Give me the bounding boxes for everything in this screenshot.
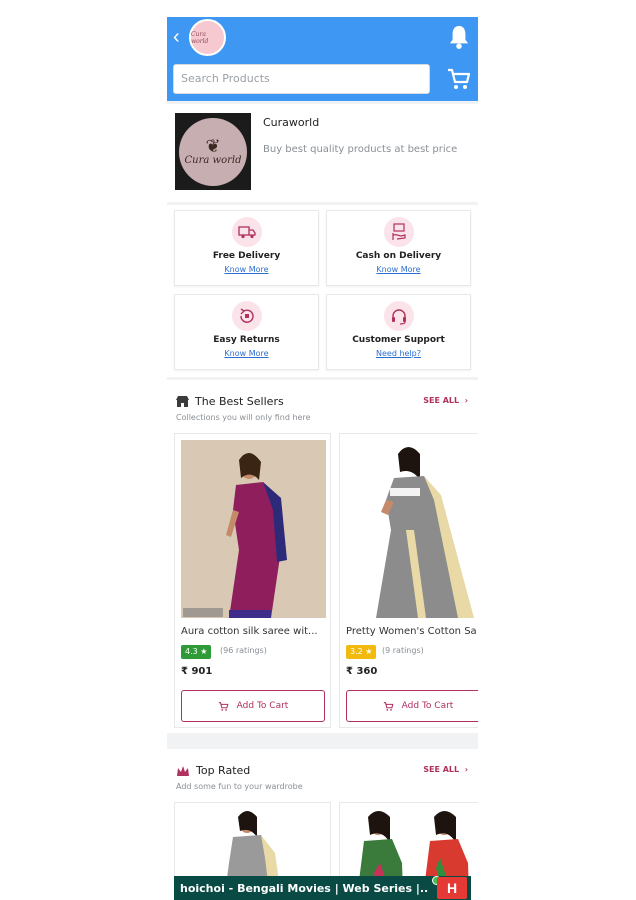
- headset-icon: [384, 301, 414, 331]
- need-help-link[interactable]: Need help?: [327, 349, 470, 358]
- truck-icon: [232, 217, 262, 247]
- search-input[interactable]: Search Products: [173, 64, 430, 94]
- ad-banner[interactable]: hoichoi - Bengali Movies | Web Series |.…: [174, 876, 471, 900]
- ad-logo[interactable]: H: [437, 877, 467, 899]
- section-title: Top Rated: [196, 764, 251, 777]
- know-more-link[interactable]: Know More: [327, 265, 470, 274]
- feature-free-delivery[interactable]: Free Delivery Know More: [174, 210, 319, 286]
- section-title: The Best Sellers: [195, 395, 284, 408]
- feature-title: Easy Returns: [213, 335, 280, 345]
- product-image[interactable]: [346, 440, 478, 618]
- cart-icon[interactable]: [446, 66, 472, 92]
- product-card[interactable]: Pretty Women's Cotton Sa 3.2 ★ (9 rating…: [339, 433, 478, 728]
- know-more-link[interactable]: Know More: [175, 349, 318, 358]
- app-screen: ‹ Cura world Search Products ❦ Cura worl…: [167, 17, 478, 900]
- product-image[interactable]: [181, 440, 326, 618]
- product-card[interactable]: Aura cotton silk saree wit... 4.3 ★ (96 …: [174, 433, 331, 728]
- return-icon: [232, 301, 262, 331]
- product-name[interactable]: Pretty Women's Cotton Sa: [346, 626, 478, 637]
- search-bar: Search Products: [167, 58, 478, 101]
- best-sellers-section: The Best Sellers Collections you will on…: [167, 380, 478, 733]
- store-tagline: Buy best quality products at best price: [263, 144, 458, 155]
- add-to-cart-button[interactable]: Add To Cart: [181, 690, 325, 722]
- product-price: ₹ 901: [181, 666, 213, 677]
- notification-bell-icon[interactable]: [448, 24, 470, 50]
- section-subtitle: Collections you will only find here: [176, 413, 311, 422]
- rating-badge: 3.2 ★: [346, 645, 377, 659]
- rating-badge: 4.3 ★: [181, 645, 212, 659]
- crown-icon: [177, 765, 189, 776]
- product-price: ₹ 360: [346, 666, 378, 677]
- back-icon[interactable]: ‹: [173, 26, 187, 48]
- app-header: ‹ Cura world: [167, 17, 478, 58]
- store-card: ❦ Cura world Curaworld Buy best quality …: [167, 104, 478, 202]
- cart-icon: [383, 701, 394, 711]
- brand-logo[interactable]: Cura world: [189, 19, 226, 56]
- store-icon: [176, 395, 189, 407]
- feature-title: Cash on Delivery: [355, 251, 442, 261]
- product-name[interactable]: Aura cotton silk saree wit...: [181, 626, 330, 637]
- know-more-link[interactable]: Know More: [175, 265, 318, 274]
- feature-title: Free Delivery: [212, 251, 281, 261]
- see-all-link[interactable]: SEE ALL ›: [423, 765, 468, 774]
- cash-hand-icon: [384, 217, 414, 247]
- feature-easy-returns[interactable]: Easy Returns Know More: [174, 294, 319, 370]
- add-to-cart-button[interactable]: Add To Cart: [346, 690, 478, 722]
- section-subtitle: Add some fun to your wardrobe: [176, 782, 303, 791]
- ratings-count: (9 ratings): [382, 646, 424, 655]
- ad-text[interactable]: hoichoi - Bengali Movies | Web Series |.…: [174, 882, 429, 895]
- feature-cash-on-delivery[interactable]: Cash on Delivery Know More: [326, 210, 471, 286]
- features-grid: Free Delivery Know More Cash on Delivery…: [167, 205, 478, 377]
- store-logo: ❦ Cura world: [175, 113, 251, 190]
- feature-title: Customer Support: [352, 335, 445, 345]
- feature-customer-support[interactable]: Customer Support Need help?: [326, 294, 471, 370]
- cart-icon: [218, 701, 229, 711]
- ratings-count: (96 ratings): [220, 646, 267, 655]
- store-name: Curaworld: [263, 116, 320, 129]
- see-all-link[interactable]: SEE ALL ›: [423, 396, 468, 405]
